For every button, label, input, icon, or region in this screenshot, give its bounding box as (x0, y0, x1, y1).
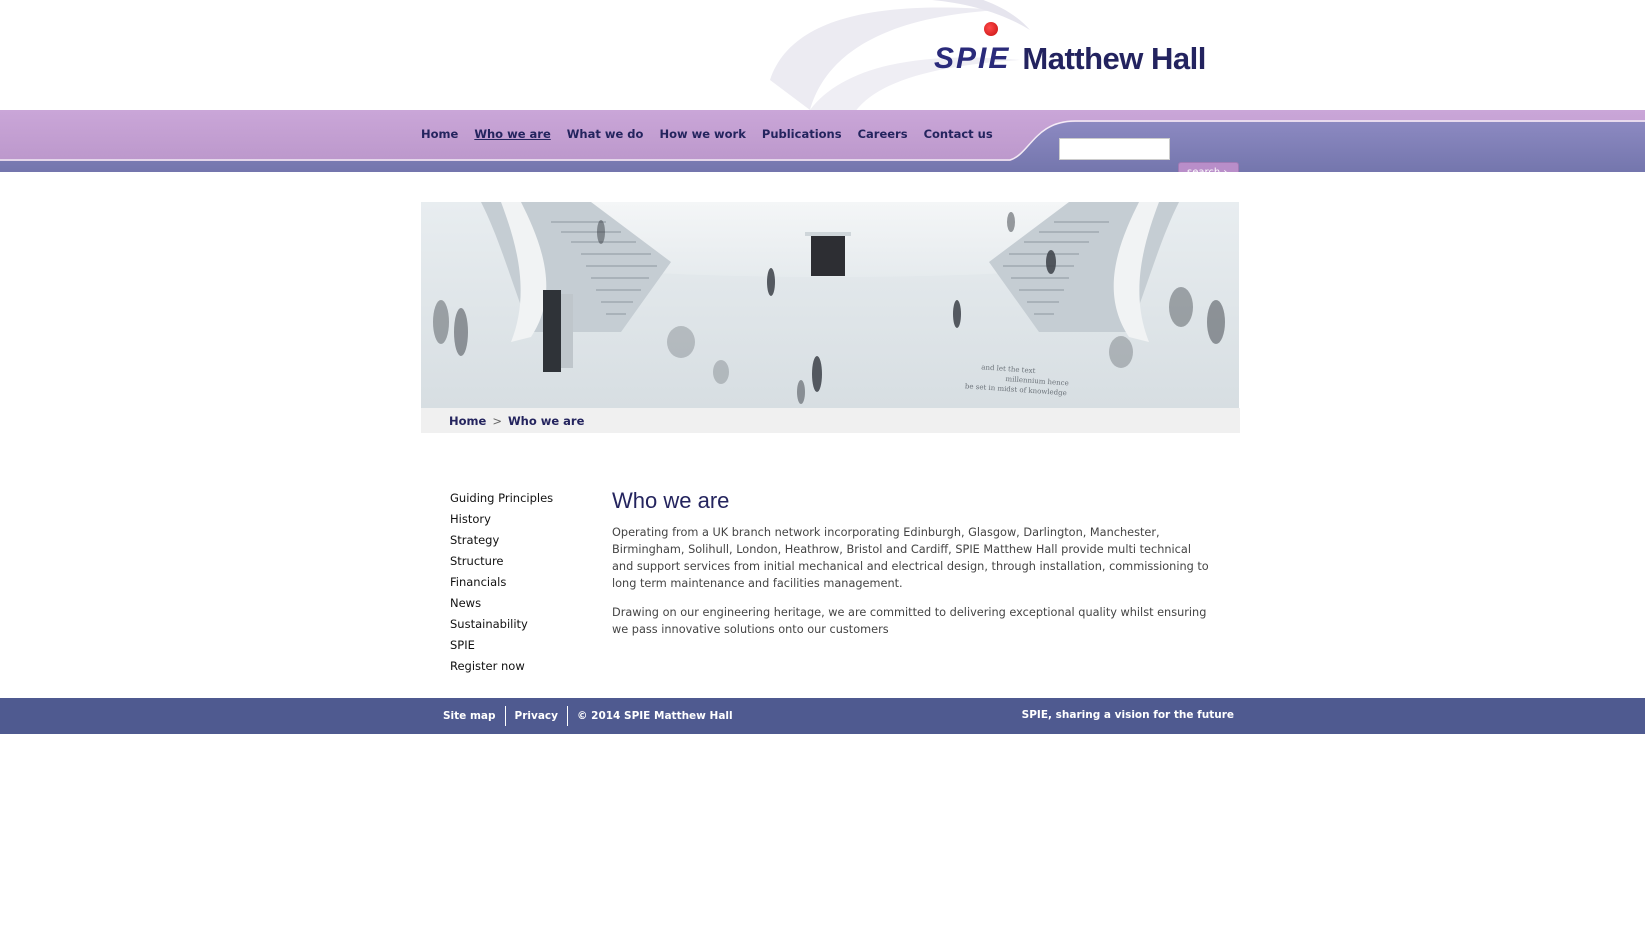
logo-company-name: Matthew Hall (1022, 41, 1206, 76)
logo-spie-wordmark: SPIE (934, 42, 1011, 75)
footer-links: Site map Privacy © 2014 SPIE Matthew Hal… (434, 698, 742, 734)
search-button-label: search (1187, 167, 1220, 172)
nav-how-we-work[interactable]: How we work (659, 127, 745, 141)
sidebar-item-sustainability[interactable]: Sustainability (450, 616, 553, 637)
main-nav: Home Who we are What we do How we work P… (421, 127, 1009, 141)
section-sidebar-nav: Guiding Principles History Strategy Stru… (450, 490, 553, 679)
footer-tagline: SPIE, sharing a vision for the future (1021, 709, 1234, 721)
sidebar-item-spie[interactable]: SPIE (450, 637, 553, 658)
breadcrumb-home-link[interactable]: Home (449, 414, 486, 428)
heritage-paragraph: Drawing on our engineering heritage, we … (612, 606, 1207, 636)
hero-image: and let the text millennium hence be set… (421, 202, 1239, 408)
sidebar-item-history[interactable]: History (450, 511, 553, 532)
logo-red-dot-icon (984, 22, 998, 36)
footer-sitemap-link[interactable]: Site map (434, 710, 505, 722)
navigation-band: Home Who we are What we do How we work P… (0, 110, 1645, 172)
search-input[interactable] (1059, 138, 1170, 160)
footer-copyright: © 2014 SPIE Matthew Hall (576, 710, 733, 722)
sidebar-item-structure[interactable]: Structure (450, 553, 553, 574)
breadcrumb-current: Who we are (507, 414, 585, 428)
footer-privacy-link[interactable]: Privacy (506, 710, 567, 722)
nav-publications[interactable]: Publications (762, 127, 842, 141)
breadcrumb-separator: > (492, 414, 502, 428)
breadcrumb: Home > Who we are (421, 408, 1240, 433)
sidebar-item-guiding-principles[interactable]: Guiding Principles (450, 490, 553, 511)
sidebar-item-strategy[interactable]: Strategy (450, 532, 553, 553)
nav-band-background (0, 110, 1645, 172)
sidebar-item-financials[interactable]: Financials (450, 574, 553, 595)
nav-home[interactable]: Home (421, 127, 458, 141)
nav-what-we-do[interactable]: What we do (567, 127, 644, 141)
atrium-photo: and let the text millennium hence be set… (421, 202, 1239, 408)
sidebar-item-news[interactable]: News (450, 595, 553, 616)
page-title: Who we are (612, 488, 730, 513)
sidebar-item-register-now[interactable]: Register now (450, 658, 553, 679)
search-button[interactable]: search › (1178, 162, 1239, 172)
site-footer: Site map Privacy © 2014 SPIE Matthew Hal… (0, 698, 1645, 734)
nav-contact-us[interactable]: Contact us (924, 127, 993, 141)
site-header: SPIE Matthew Hall (0, 0, 1645, 112)
nav-who-we-are[interactable]: Who we are (474, 127, 550, 141)
main-content: Who we are Operating from a UK branch ne… (612, 488, 1212, 650)
spie-matthew-hall-logo[interactable]: SPIE Matthew Hall (934, 22, 1206, 76)
chevron-right-icon: › (1223, 167, 1227, 172)
intro-paragraph: Operating from a UK branch network incor… (612, 526, 1209, 590)
nav-careers[interactable]: Careers (858, 127, 908, 141)
